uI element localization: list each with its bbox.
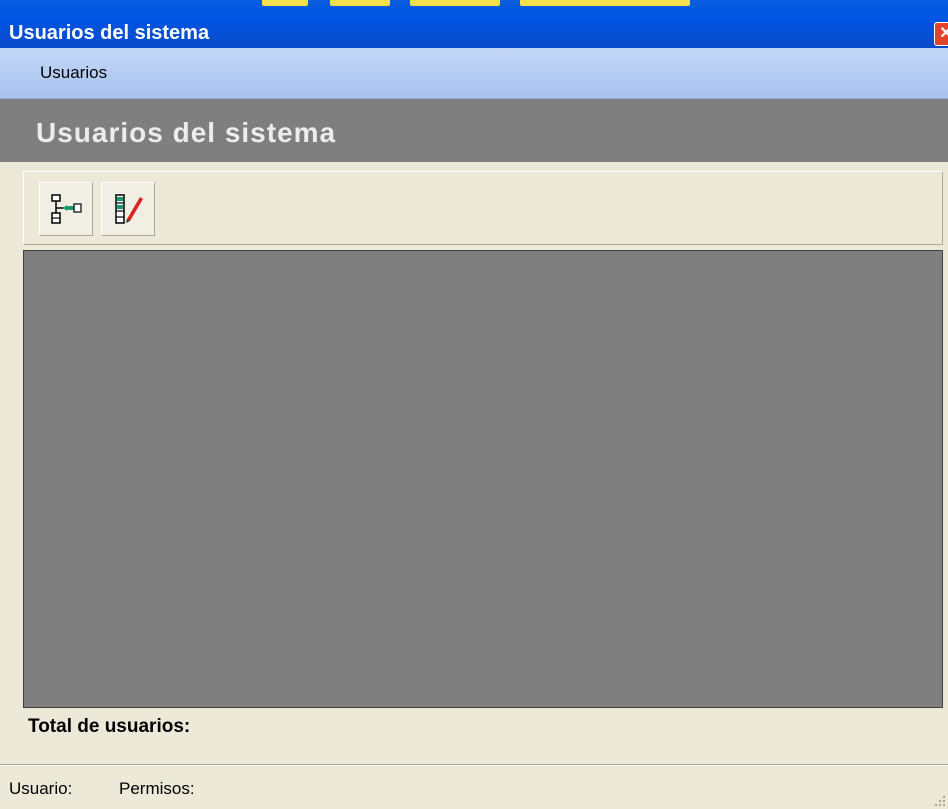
edit-button[interactable] bbox=[101, 182, 155, 236]
status-bar: Usuario: Permisos: bbox=[0, 764, 948, 809]
window-title: Usuarios del sistema bbox=[9, 22, 210, 44]
menu-bar: Usuarios bbox=[0, 48, 948, 99]
background-artifact bbox=[262, 0, 308, 6]
status-user-label: Usuario: bbox=[9, 779, 73, 798]
close-button[interactable]: ✕ bbox=[934, 22, 948, 46]
page-header: Usuarios del sistema bbox=[0, 99, 948, 162]
toolbar bbox=[23, 171, 943, 245]
status-permissions-label: Permisos: bbox=[119, 779, 195, 798]
background-artifact bbox=[520, 0, 690, 6]
users-list-panel[interactable] bbox=[23, 250, 943, 708]
edit-list-icon bbox=[115, 194, 143, 224]
page-title: Usuarios del sistema bbox=[36, 117, 337, 148]
status-separator bbox=[0, 765, 948, 766]
total-users-label: Total de usuarios: bbox=[28, 716, 191, 737]
background-artifact bbox=[330, 0, 390, 6]
background-artifact bbox=[410, 0, 500, 6]
resize-grip-icon[interactable] bbox=[932, 793, 946, 807]
assign-tree-icon bbox=[51, 194, 82, 224]
assign-button[interactable] bbox=[39, 182, 93, 236]
close-icon: ✕ bbox=[939, 25, 948, 42]
menu-item-usuarios[interactable]: Usuarios bbox=[40, 63, 107, 83]
title-bar[interactable]: Usuarios del sistema ✕ bbox=[0, 0, 948, 48]
